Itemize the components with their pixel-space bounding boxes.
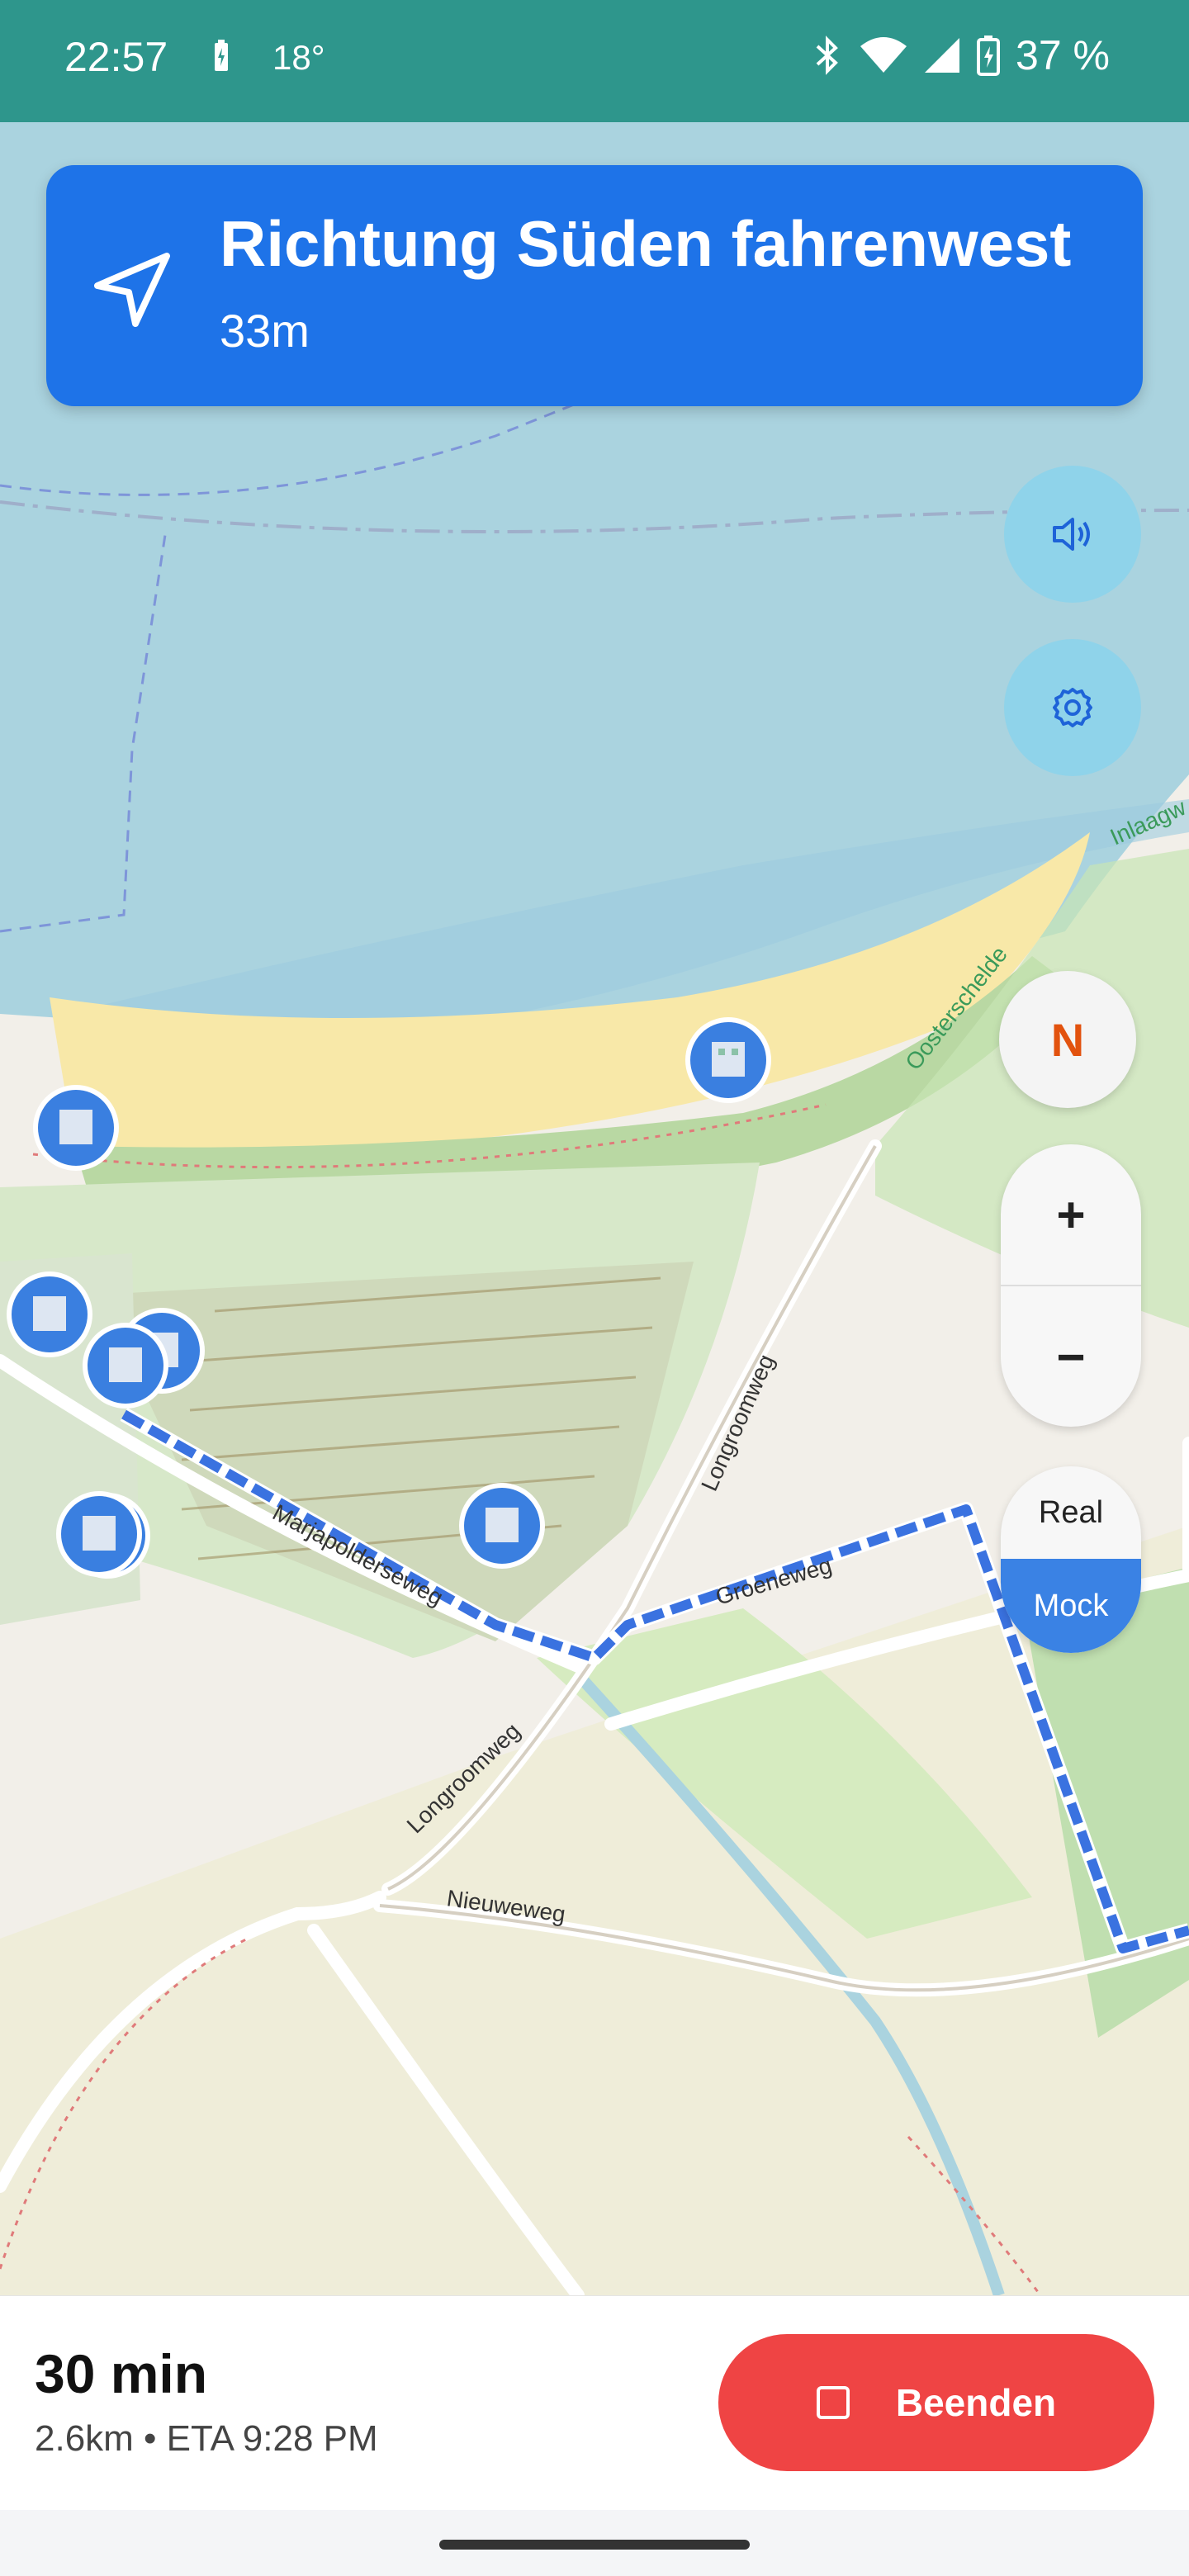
cell-signal-icon xyxy=(925,38,960,73)
status-temperature: 18° xyxy=(272,38,325,77)
gear-icon xyxy=(1053,688,1092,727)
mode-mock-option[interactable]: Mock xyxy=(1001,1559,1141,1653)
trip-details: 2.6km • ETA 9:28 PM xyxy=(35,2418,378,2459)
system-navigation-bar xyxy=(0,2510,1189,2576)
home-gesture-handle[interactable] xyxy=(439,2540,750,2550)
zoom-out-button[interactable]: − xyxy=(1001,1286,1141,1427)
status-time: 22:57 xyxy=(64,34,168,80)
wifi-icon xyxy=(860,37,907,73)
compass-north-label: N xyxy=(1050,1013,1085,1066)
sound-button[interactable] xyxy=(1004,466,1141,603)
settings-button[interactable] xyxy=(1004,639,1141,776)
end-navigation-button[interactable]: Beenden xyxy=(718,2334,1154,2471)
zoom-control: + − xyxy=(1001,1144,1141,1427)
navigation-arrow-icon xyxy=(94,253,170,327)
location-mode-toggle: Real Mock xyxy=(1001,1466,1141,1653)
speaker-icon xyxy=(1053,518,1090,551)
bluetooth-icon xyxy=(816,36,838,75)
status-bar: 22:57 18° 37 % xyxy=(0,0,1189,122)
trip-summary-panel: 30 min 2.6km • ETA 9:28 PM Beenden xyxy=(0,2295,1189,2511)
compass-button[interactable]: N xyxy=(999,971,1136,1108)
mode-real-option[interactable]: Real xyxy=(1001,1466,1141,1559)
battery-icon xyxy=(977,36,1001,76)
battery-percent: 37 % xyxy=(1016,32,1110,78)
navigation-instruction-banner: Richtung Süden fahrenwest 33m xyxy=(46,165,1143,406)
instruction-distance: 33m xyxy=(220,305,310,357)
instruction-text: Richtung Süden fahrenwest xyxy=(220,207,1072,280)
end-navigation-label: Beenden xyxy=(895,2381,1057,2424)
battery-charging-icon xyxy=(215,40,228,71)
zoom-in-button[interactable]: + xyxy=(1001,1144,1141,1285)
remaining-time: 30 min xyxy=(35,2343,208,2404)
stop-icon xyxy=(816,2386,850,2419)
